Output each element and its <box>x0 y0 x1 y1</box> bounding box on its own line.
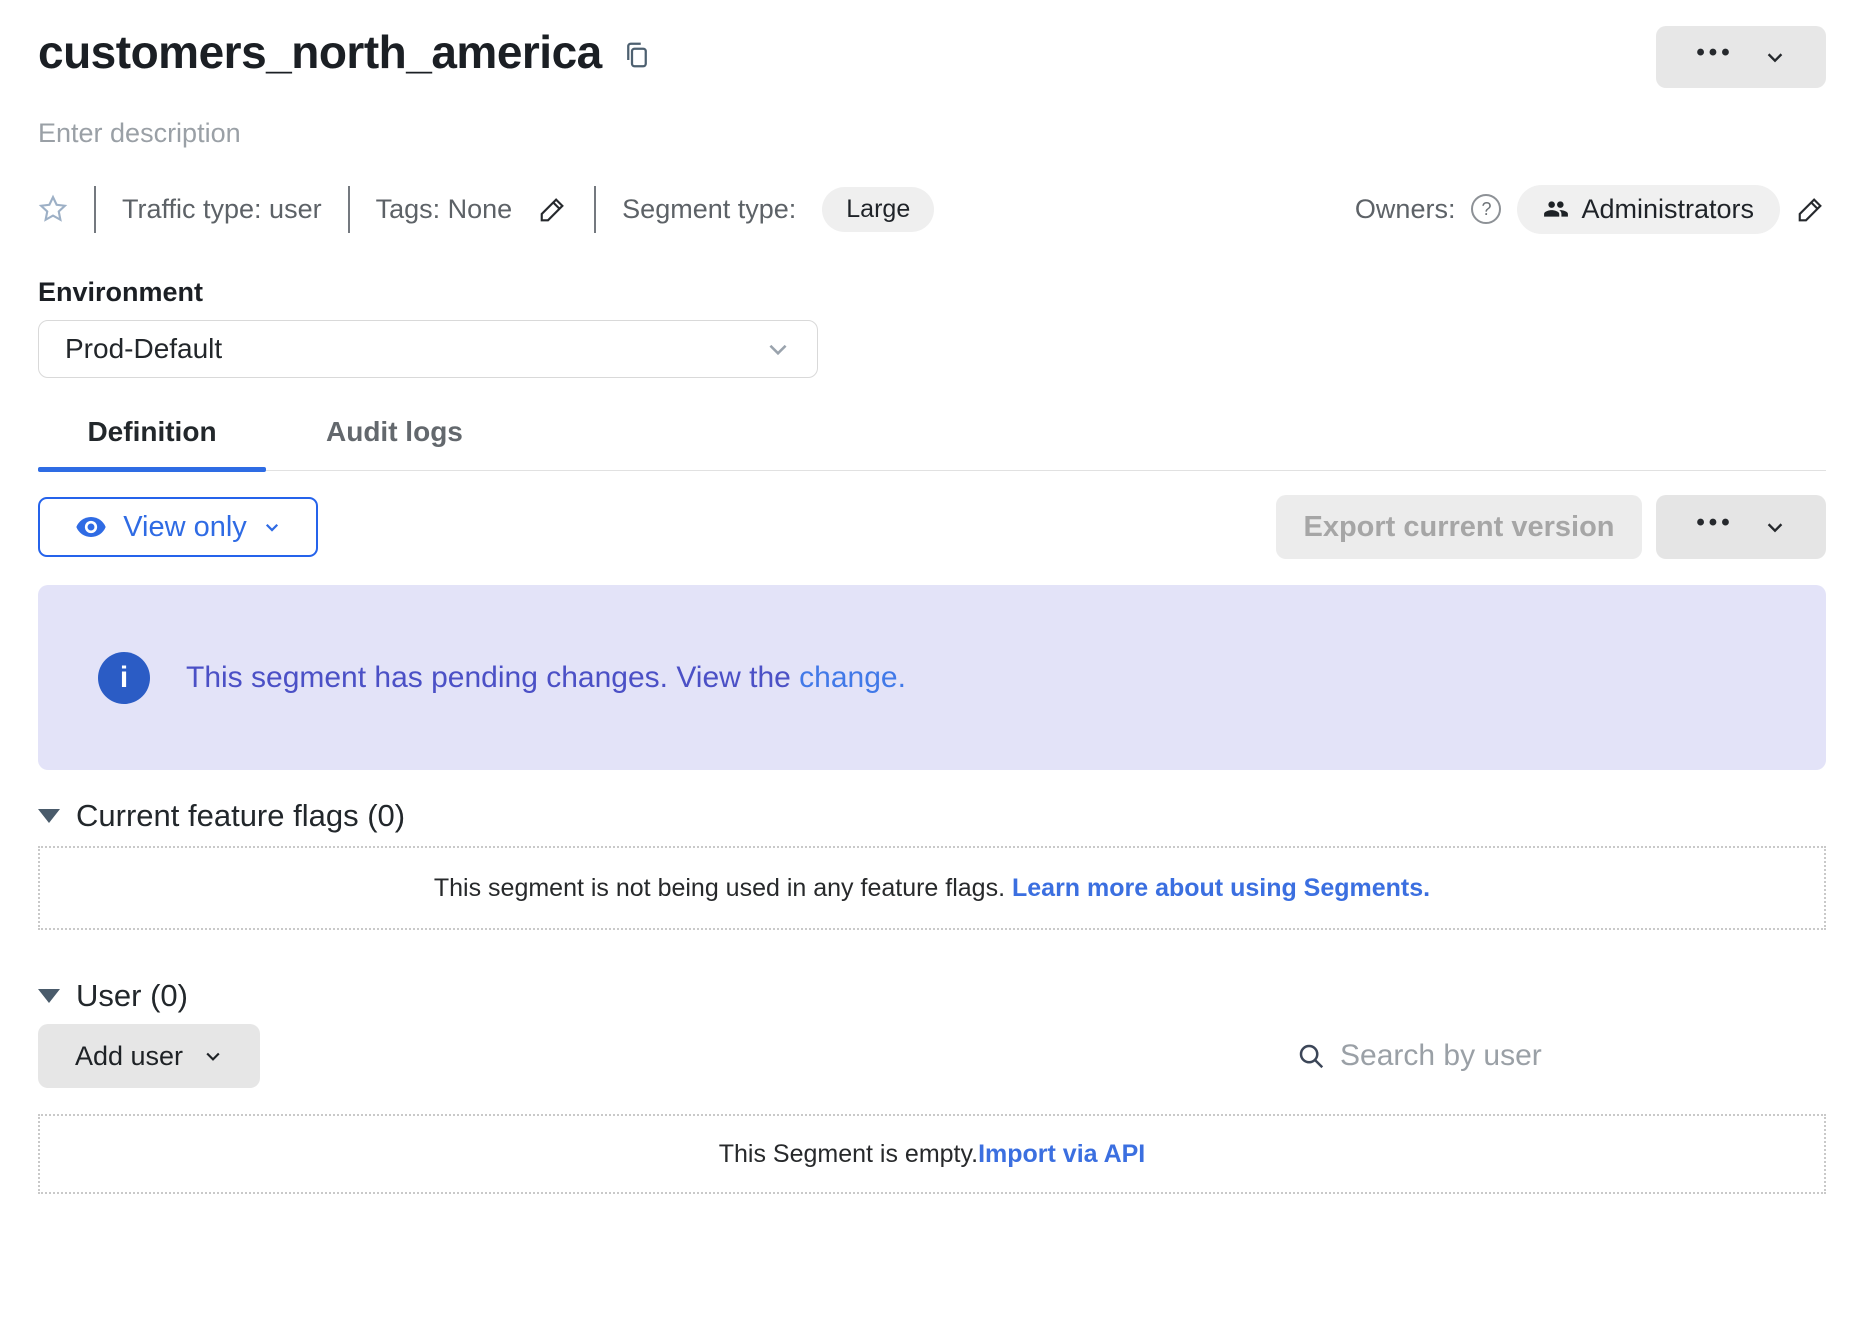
copy-icon[interactable] <box>622 40 652 70</box>
add-user-label: Add user <box>75 1041 183 1072</box>
actions-right: Export current version ••• <box>1276 495 1826 559</box>
ellipsis-icon: ••• <box>1696 511 1733 543</box>
view-only-label: View only <box>123 511 247 544</box>
star-icon[interactable] <box>38 194 68 224</box>
user-section-toggle[interactable]: User (0) <box>38 978 1826 1014</box>
chevron-down-icon <box>203 1046 223 1066</box>
segment-type-badge: Large <box>822 187 934 232</box>
tab-bar: Definition Audit logs <box>38 416 1826 471</box>
feature-flags-section-title: Current feature flags (0) <box>76 798 405 834</box>
meta-row: Traffic type: user Tags: None Segment ty… <box>38 185 1826 233</box>
chevron-down-icon <box>1764 46 1786 68</box>
caret-down-icon <box>38 989 60 1003</box>
feature-flags-section-toggle[interactable]: Current feature flags (0) <box>38 798 1826 834</box>
user-empty-text: This Segment is empty. <box>719 1140 978 1168</box>
help-icon[interactable]: ? <box>1471 194 1501 224</box>
divider <box>594 186 596 233</box>
search-icon <box>1296 1041 1326 1071</box>
environment-selected-value: Prod-Default <box>65 333 222 365</box>
page-title: customers_north_america <box>38 26 602 79</box>
import-via-api-link[interactable]: Import via API <box>978 1140 1145 1168</box>
header: customers_north_america ••• <box>38 26 1826 88</box>
tab-definition[interactable]: Definition <box>38 416 266 470</box>
learn-more-link[interactable]: Learn more about using Segments. <box>1012 874 1430 902</box>
flags-empty-text: This segment is not being used in any fe… <box>434 874 1012 902</box>
info-icon: i <box>98 652 150 704</box>
add-user-button[interactable]: Add user <box>38 1024 260 1088</box>
view-change-link[interactable]: change. <box>799 661 906 694</box>
divider <box>348 186 350 233</box>
description-placeholder[interactable]: Enter description <box>38 118 1826 149</box>
people-icon <box>1543 196 1569 222</box>
chevron-down-icon <box>1764 516 1786 538</box>
export-current-version-button[interactable]: Export current version <box>1276 495 1642 559</box>
user-section-title: User (0) <box>76 978 188 1014</box>
edit-tags-icon[interactable] <box>538 194 568 224</box>
search-by-user-input[interactable] <box>1340 1039 1826 1073</box>
divider <box>94 186 96 233</box>
definition-more-menu-button[interactable]: ••• <box>1656 495 1826 559</box>
caret-down-icon <box>38 809 60 823</box>
banner-text: This segment has pending changes. View t… <box>186 661 799 694</box>
owners-group: Owners: ? Administrators <box>1355 185 1826 234</box>
environment-select[interactable]: Prod-Default <box>38 320 818 378</box>
header-more-menu-button[interactable]: ••• <box>1656 26 1826 88</box>
title-group: customers_north_america <box>38 26 652 79</box>
environment-label: Environment <box>38 277 1826 308</box>
chevron-down-icon <box>765 336 791 362</box>
owners-label: Owners: <box>1355 194 1456 225</box>
eye-icon <box>75 511 107 543</box>
chevron-down-icon <box>263 518 281 536</box>
edit-owners-icon[interactable] <box>1796 194 1826 224</box>
banner-message: This segment has pending changes. View t… <box>186 661 906 695</box>
ellipsis-icon: ••• <box>1696 41 1733 73</box>
segment-detail-page: customers_north_america ••• Enter descri… <box>0 26 1864 1194</box>
segment-type-label: Segment type: <box>622 194 796 225</box>
user-search <box>1296 1039 1826 1073</box>
pending-changes-banner: i This segment has pending changes. View… <box>38 585 1826 770</box>
user-empty-state: This Segment is empty.Import via API <box>38 1114 1826 1194</box>
actions-row: View only Export current version ••• <box>38 495 1826 559</box>
owners-badge[interactable]: Administrators <box>1517 185 1780 234</box>
feature-flags-empty-state: This segment is not being used in any fe… <box>38 846 1826 930</box>
user-controls-row: Add user <box>38 1024 1826 1088</box>
owners-value: Administrators <box>1581 194 1754 225</box>
tab-audit-logs[interactable]: Audit logs <box>326 416 463 470</box>
view-only-button[interactable]: View only <box>38 497 318 557</box>
meta-left: Traffic type: user Tags: None Segment ty… <box>38 186 934 233</box>
tags-label: Tags: None <box>376 194 513 225</box>
traffic-type-label: Traffic type: user <box>122 194 322 225</box>
